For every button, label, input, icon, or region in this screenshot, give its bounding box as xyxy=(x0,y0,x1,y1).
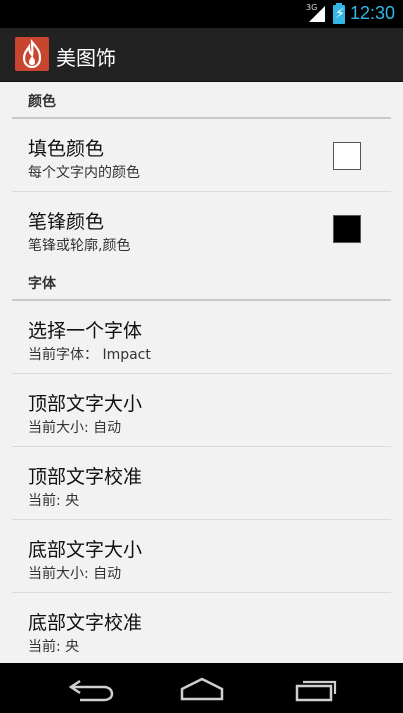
pref-summary: 当前大小: 自动 xyxy=(28,566,122,582)
pref-summary: 笔锋或轮廓,颜色 xyxy=(28,238,131,254)
pref-title: 底部文字校准 xyxy=(28,612,143,634)
status-bar: 3G ⚡ 12:30 xyxy=(0,0,403,28)
pref-summary: 当前大小: 自动 xyxy=(28,420,122,436)
home-icon[interactable] xyxy=(172,673,232,703)
pref-summary: 当前: 央 xyxy=(28,493,80,509)
recents-icon[interactable] xyxy=(287,673,347,703)
battery-icon: ⚡ xyxy=(333,3,345,24)
pref-title: 选择一个字体 xyxy=(28,320,143,342)
pref-summary: 当前: 央 xyxy=(28,639,80,655)
pref-title: 填色颜色 xyxy=(28,138,105,160)
stroke-color-swatch[interactable] xyxy=(333,215,361,243)
app-flame-icon[interactable] xyxy=(15,37,49,71)
back-icon[interactable] xyxy=(58,673,118,703)
action-bar: 美图饰 xyxy=(0,28,403,82)
pref-stroke-color[interactable]: 笔锋颜色 笔锋或轮廓,颜色 xyxy=(12,192,391,264)
category-title: 颜色 xyxy=(28,94,56,110)
category-title: 字体 xyxy=(28,276,56,292)
pref-choose-font[interactable]: 选择一个字体 当前字体： Impact xyxy=(12,301,391,374)
pref-summary: 每个文字内的颜色 xyxy=(28,165,140,181)
preferences-list: 颜色 填色颜色 每个文字内的颜色 笔锋颜色 笔锋或轮廓,颜色 字体 选择一个字体… xyxy=(0,82,403,662)
category-font-header: 字体 xyxy=(12,264,391,301)
pref-title: 底部文字大小 xyxy=(28,539,143,561)
signal-icon xyxy=(309,6,325,22)
pref-top-text-align[interactable]: 顶部文字校准 当前: 央 xyxy=(12,447,391,520)
pref-title: 顶部文字大小 xyxy=(28,393,143,415)
navigation-bar xyxy=(0,663,403,713)
pref-summary: 当前字体： Impact xyxy=(28,347,151,363)
fill-color-swatch[interactable] xyxy=(333,142,361,170)
pref-title: 顶部文字校准 xyxy=(28,466,143,488)
pref-bottom-text-size[interactable]: 底部文字大小 当前大小: 自动 xyxy=(12,520,391,593)
category-color-header: 颜色 xyxy=(12,82,391,119)
status-time: 12:30 xyxy=(349,3,395,23)
app-title: 美图饰 xyxy=(56,46,116,70)
pref-title: 笔锋颜色 xyxy=(28,211,105,233)
pref-top-text-size[interactable]: 顶部文字大小 当前大小: 自动 xyxy=(12,374,391,447)
pref-fill-color[interactable]: 填色颜色 每个文字内的颜色 xyxy=(12,119,391,192)
pref-bottom-text-align[interactable]: 底部文字校准 当前: 央 xyxy=(12,593,391,662)
